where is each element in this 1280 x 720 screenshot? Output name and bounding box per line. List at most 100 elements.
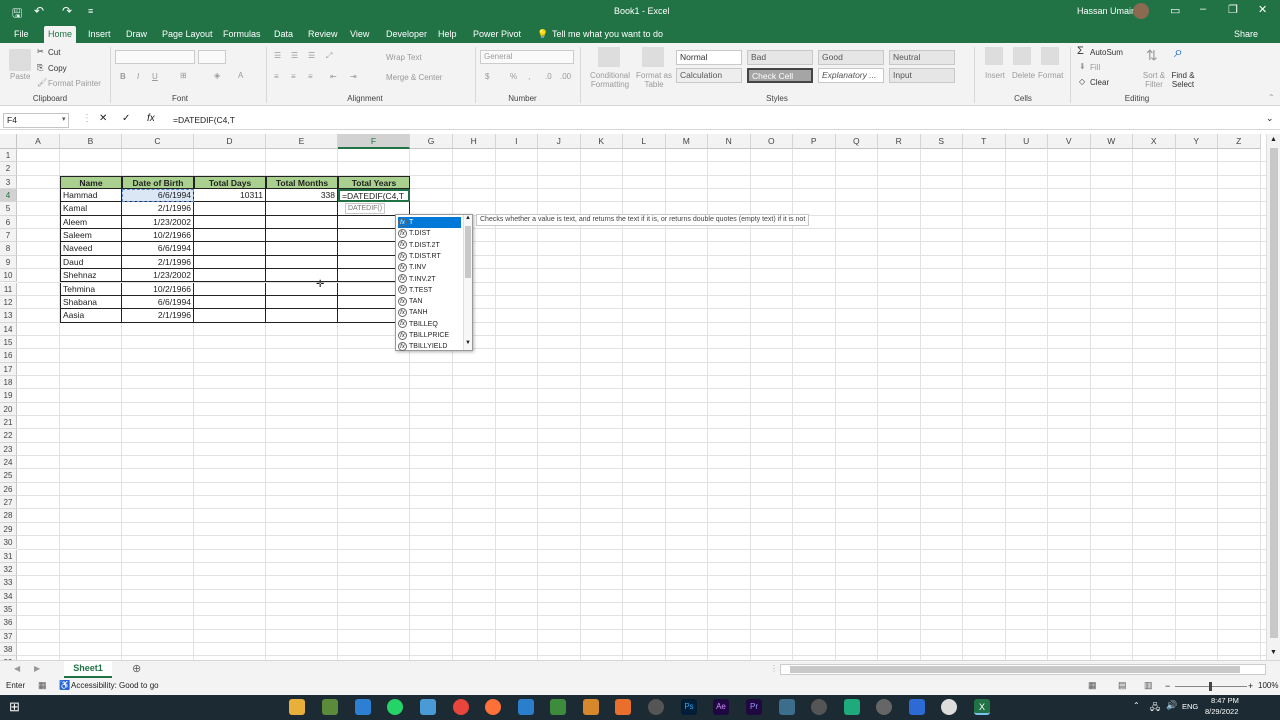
column-header[interactable]: O (750, 134, 793, 149)
column-header[interactable]: S (920, 134, 963, 149)
avatar[interactable] (1133, 3, 1149, 19)
table-cell[interactable]: 10311 (194, 189, 266, 203)
table-cell[interactable]: Aleem (60, 215, 122, 230)
column-header[interactable]: M (665, 134, 708, 149)
autocomplete-item[interactable]: fx T (398, 217, 461, 229)
macro-record-icon[interactable]: ▦ (38, 680, 47, 691)
enter-icon[interactable]: ✓ (122, 113, 130, 124)
after-effects-icon[interactable]: Ae (713, 699, 729, 715)
customize-qat-icon[interactable]: ≡ (88, 6, 93, 16)
row-header[interactable]: 14 (0, 322, 17, 336)
style-neutral[interactable]: Neutral (889, 50, 955, 65)
minimize-icon[interactable]: – (1200, 3, 1206, 15)
table-cell[interactable] (266, 215, 338, 230)
decrease-indent-icon[interactable]: ⇤ (330, 72, 337, 81)
horizontal-scrollbar[interactable] (780, 664, 1266, 675)
prev-sheet-icon[interactable]: ◀ (14, 664, 20, 673)
row-header[interactable]: 8 (0, 242, 17, 256)
formula-input[interactable]: =DATEDIF(C4,T (173, 115, 235, 125)
table-cell[interactable]: 10/2/1966 (122, 282, 194, 296)
column-header[interactable]: B (60, 134, 122, 149)
file-explorer-icon[interactable] (289, 699, 305, 715)
fill-color-icon[interactable]: ◈ (214, 71, 220, 80)
network-icon[interactable]: 🖧 (1150, 700, 1160, 716)
table-header-cell[interactable]: Name (60, 175, 122, 190)
column-header[interactable]: P (793, 134, 836, 149)
column-header[interactable]: T (963, 134, 1006, 149)
premiere-icon[interactable]: Pr (746, 699, 762, 715)
table-cell[interactable] (266, 229, 338, 243)
format-cells-icon[interactable] (1041, 47, 1059, 65)
table-cell[interactable]: Aasia (60, 309, 122, 323)
column-header[interactable]: R (878, 134, 921, 149)
tray-chevron-icon[interactable]: ⌃ (1133, 701, 1140, 710)
insert-cells-icon[interactable] (985, 47, 1003, 65)
row-header[interactable]: 35 (0, 602, 17, 617)
photoshop-icon[interactable]: Ps (681, 699, 697, 715)
table-header-cell[interactable]: Total Days (194, 175, 266, 190)
wrap-text-button[interactable]: Wrap Text (386, 53, 422, 62)
borders-icon[interactable]: ⊞ (180, 71, 187, 80)
row-header[interactable]: 26 (0, 482, 17, 497)
table-cell[interactable] (194, 202, 266, 216)
worksheet-grid[interactable]: ABCDEFGHIJKLMNOPQRSTUVWXYZ 1 2 3 4 5 6 7 8 9 10 11… (0, 134, 1266, 660)
sort-filter-button[interactable]: Sort & Filter (1140, 71, 1168, 89)
column-header[interactable]: C (122, 134, 194, 149)
percent-icon[interactable]: % (510, 72, 517, 81)
format-as-table-icon[interactable] (642, 47, 664, 67)
column-header[interactable]: L (623, 134, 666, 149)
vscode-icon[interactable] (518, 699, 534, 715)
table-cell[interactable]: Shehnaz (60, 269, 122, 283)
align-top-icon[interactable]: ☰ (274, 51, 281, 60)
row-header[interactable]: 6 (0, 215, 17, 230)
format-as-table-button[interactable]: Format as Table (634, 71, 674, 89)
autocomplete-item[interactable]: fx TBILLYIELD (398, 341, 447, 352)
column-header[interactable]: F (338, 134, 410, 149)
italic-button[interactable]: I (137, 72, 139, 81)
style-bad[interactable]: Bad (747, 50, 813, 65)
accessibility-status[interactable]: Accessibility: Good to go (71, 681, 159, 690)
restore-icon[interactable]: ❐ (1228, 3, 1238, 16)
row-header[interactable]: 1 (0, 149, 17, 163)
column-header[interactable]: Q (835, 134, 878, 149)
zoom-out-icon[interactable]: − (1165, 681, 1170, 691)
app-icon[interactable] (941, 699, 957, 715)
tab-home[interactable]: Home (44, 26, 76, 43)
name-box[interactable]: F4 (3, 113, 69, 128)
column-header[interactable]: D (194, 134, 266, 149)
row-header[interactable]: 15 (0, 335, 17, 350)
table-cell[interactable] (194, 309, 266, 323)
fill-icon[interactable]: ⬇ (1079, 62, 1086, 71)
table-cell[interactable]: 10/2/1966 (122, 229, 194, 243)
collapse-ribbon-icon[interactable]: ⌃ (1268, 93, 1275, 102)
tab-page-layout[interactable]: Page Layout (158, 26, 217, 43)
fill-button[interactable]: Fill (1090, 63, 1100, 72)
column-header[interactable]: Y (1175, 134, 1218, 149)
close-icon[interactable]: ✕ (1258, 3, 1267, 16)
style-explanatory[interactable]: Explanatory ... (818, 68, 884, 83)
row-header[interactable]: 3 (0, 175, 17, 190)
table-cell[interactable]: Daud (60, 255, 122, 270)
cancel-icon[interactable]: ✕ (99, 113, 107, 124)
clock-time[interactable]: 8:47 PM (1211, 696, 1239, 705)
font-size-select[interactable] (198, 50, 226, 64)
share-button[interactable]: Share (1230, 26, 1262, 43)
redo-icon[interactable]: ↷ (62, 4, 72, 18)
find-select-button[interactable]: Find & Select (1168, 71, 1198, 89)
find-icon[interactable]: ⌕ (1174, 44, 1183, 62)
row-header[interactable]: 11 (0, 282, 17, 296)
table-cell[interactable] (194, 255, 266, 270)
row-header[interactable]: 17 (0, 362, 17, 376)
user-name[interactable]: Hassan Umair (1077, 6, 1134, 16)
autosum-button[interactable]: AutoSum (1090, 48, 1123, 57)
volume-icon[interactable]: 🔊 (1166, 700, 1177, 711)
scroll-down-icon[interactable]: ▼ (1270, 649, 1277, 656)
row-header[interactable]: 30 (0, 536, 17, 550)
autocomplete-item[interactable]: fx T.DIST (398, 228, 430, 239)
table-cell[interactable] (194, 242, 266, 256)
accessibility-icon[interactable]: ♿ (59, 680, 70, 691)
autocomplete-item[interactable]: fx T.INV (398, 262, 426, 273)
save-icon[interactable]: 🖫 (12, 4, 22, 25)
style-calculation[interactable]: Calculation (676, 68, 742, 83)
row-header[interactable]: 37 (0, 629, 17, 643)
